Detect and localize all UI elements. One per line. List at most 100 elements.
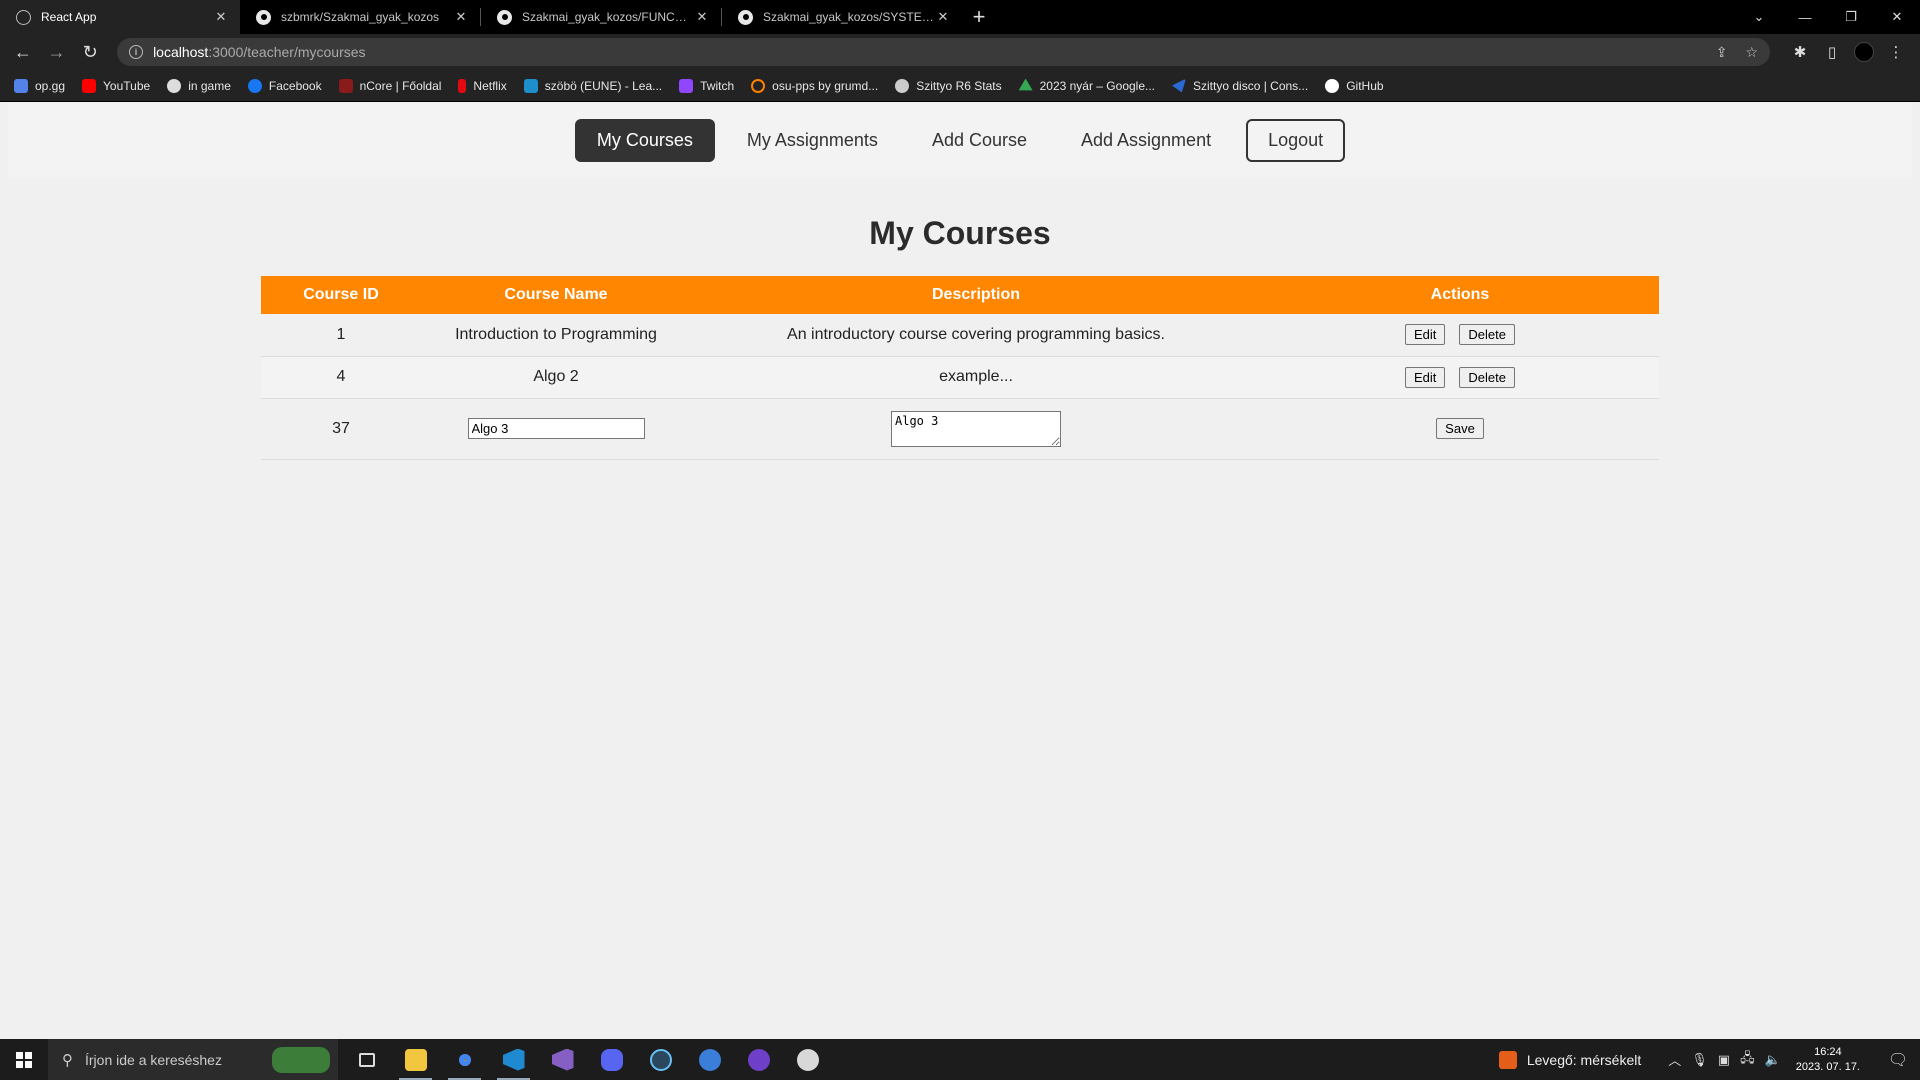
notification-center-icon[interactable]: 🗨 (1876, 1050, 1920, 1070)
tab-search-icon[interactable]: ⌄ (1736, 0, 1782, 34)
bookmark-in-game[interactable]: in game (167, 78, 231, 93)
back-icon[interactable]: ← (8, 37, 38, 67)
bookmark-twitch[interactable]: Twitch (679, 78, 734, 93)
forward-icon[interactable]: → (42, 37, 72, 67)
taskbar-discord[interactable] (587, 1039, 636, 1080)
save-button[interactable]: Save (1436, 418, 1484, 439)
page-content: My Courses My Assignments Add Course Add… (0, 103, 1920, 1039)
side-panel-icon[interactable]: ▯ (1816, 43, 1848, 61)
bookmark-label: Facebook (268, 78, 322, 93)
new-tab-button[interactable]: + (962, 0, 996, 34)
browser-toolbar: ← → ↻ i localhost:3000/teacher/mycourses… (0, 34, 1920, 70)
bookmark-youtube[interactable]: YouTube (82, 78, 150, 93)
microphone-icon[interactable]: 🎙 (1691, 1052, 1708, 1068)
toolbar-actions: ✱ ▯ ⋮ (1784, 42, 1912, 62)
restore-button[interactable]: ❐ (1828, 0, 1874, 34)
close-tab-icon[interactable]: ✕ (212, 9, 230, 25)
start-button[interactable] (0, 1039, 48, 1080)
taskbar-github-desktop[interactable] (734, 1039, 783, 1080)
nav-my-courses[interactable]: My Courses (574, 119, 715, 162)
address-bar[interactable]: i localhost:3000/teacher/mycourses ⇪ ☆ (117, 38, 1770, 66)
bookmark-label: in game (188, 78, 231, 93)
bookmark-leagueofgraphs[interactable]: szöbö (EUNE) - Lea... (523, 78, 662, 93)
weather-text: Levegő: mérsékelt (1526, 1051, 1642, 1068)
taskbar-qbittorrent[interactable] (685, 1039, 734, 1080)
windows-taskbar: ⚲ Írjon ide a kereséshez Levegő: mérséke… (0, 1039, 1920, 1080)
bookmark-opgg[interactable]: op.gg (14, 78, 65, 93)
netflix-icon (458, 78, 467, 93)
display-icon[interactable]: ▣ (1718, 1052, 1730, 1068)
google-drive-icon (1018, 78, 1033, 91)
taskbar-search[interactable]: ⚲ Írjon ide a kereséshez (48, 1039, 338, 1080)
browser-tab-funcspec[interactable]: Szakmai_gyak_kozos/FUNCSPEC ✕ (481, 0, 721, 34)
edit-button[interactable]: Edit (1405, 324, 1446, 346)
column-header-course-name: Course Name (421, 276, 691, 314)
discord-icon (600, 1048, 623, 1071)
close-tab-icon[interactable]: ✕ (934, 9, 952, 25)
url-text[interactable]: localhost:3000/teacher/mycourses (153, 44, 1698, 60)
github-icon (497, 9, 512, 25)
ncore-icon (338, 78, 353, 93)
in-game-icon (167, 78, 182, 93)
site-info-icon[interactable]: i (129, 45, 144, 59)
profile-avatar[interactable] (1854, 42, 1874, 62)
taskbar-clock[interactable]: 16:24 2023. 07. 17. (1796, 1045, 1860, 1075)
edit-button[interactable]: Edit (1405, 366, 1446, 388)
actions-cell: Edit Delete (1261, 356, 1659, 399)
weather-widget[interactable]: Levegő: mérsékelt (1498, 1050, 1642, 1069)
paint-icon (796, 1048, 819, 1071)
browser-tab-github-repo[interactable]: szbmrk/Szakmai_gyak_kozos ✕ (240, 0, 480, 34)
actions-cell: Save (1261, 398, 1659, 460)
close-tab-icon[interactable]: ✕ (693, 9, 711, 25)
browser-tab-bar: React App ✕ szbmrk/Szakmai_gyak_kozos ✕ … (0, 0, 1920, 34)
league-icon (523, 78, 538, 93)
bookmark-label: Szittyo disco | Cons... (1193, 78, 1309, 93)
task-view-button[interactable] (342, 1039, 391, 1080)
close-tab-icon[interactable]: ✕ (452, 9, 470, 25)
bookmark-netflix[interactable]: Netflix (458, 78, 507, 93)
window-controls: ⌄ — ❐ ✕ (1736, 0, 1920, 34)
logout-button[interactable]: Logout (1246, 119, 1346, 162)
taskbar-steam[interactable] (636, 1039, 685, 1080)
bookmark-osu-pps[interactable]: osu-pps by grumd... (751, 78, 878, 93)
taskbar-file-explorer[interactable] (391, 1039, 440, 1080)
actions-cell: Edit Delete (1261, 314, 1659, 357)
share-icon[interactable]: ⇪ (1716, 44, 1728, 61)
nav-add-assignment[interactable]: Add Assignment (1059, 119, 1233, 162)
close-window-button[interactable]: ✕ (1874, 0, 1920, 34)
qbittorrent-icon (698, 1048, 721, 1071)
menu-icon[interactable]: ⋮ (1880, 43, 1912, 61)
bookmark-ncore[interactable]: nCore | Főoldal (338, 78, 441, 93)
volume-icon[interactable]: 🔈 (1765, 1052, 1781, 1068)
course-id-cell: 1 (261, 314, 421, 357)
bookmark-github[interactable]: GitHub (1325, 78, 1384, 93)
delete-button[interactable]: Delete (1459, 366, 1515, 388)
browser-tab-systemplan[interactable]: Szakmai_gyak_kozos/SYSTEMPLA ✕ (722, 0, 962, 34)
taskbar-paint[interactable] (783, 1039, 832, 1080)
disco-icon (1172, 78, 1187, 93)
extensions-icon[interactable]: ✱ (1784, 43, 1816, 61)
r6-stats-icon (895, 78, 910, 93)
bookmark-szittyo-disco[interactable]: Szittyo disco | Cons... (1172, 78, 1309, 93)
url-path: :3000/teacher/mycourses (208, 44, 366, 60)
bookmark-r6-stats[interactable]: Szittyo R6 Stats (895, 78, 1002, 93)
taskbar-chrome[interactable] (440, 1039, 489, 1080)
course-name-input[interactable] (467, 418, 645, 439)
delete-button[interactable]: Delete (1459, 324, 1515, 346)
youtube-icon (82, 78, 97, 93)
tab-title: Szakmai_gyak_kozos/SYSTEMPLA (763, 10, 934, 24)
network-icon[interactable]: 🖧 (1740, 1049, 1755, 1071)
react-icon (16, 9, 31, 25)
reload-icon[interactable]: ↻ (75, 37, 105, 67)
bookmark-facebook[interactable]: Facebook (247, 78, 322, 93)
taskbar-visual-studio[interactable] (538, 1039, 587, 1080)
nav-my-assignments[interactable]: My Assignments (725, 119, 900, 162)
course-description-textarea[interactable]: Algo 3 (891, 410, 1061, 447)
tray-expand-icon[interactable]: ︿ (1668, 1050, 1681, 1069)
minimize-button[interactable]: — (1782, 0, 1828, 34)
bookmark-google-drive[interactable]: 2023 nyár – Google... (1018, 78, 1155, 93)
nav-add-course[interactable]: Add Course (910, 119, 1049, 162)
bookmark-star-icon[interactable]: ☆ (1745, 44, 1758, 61)
taskbar-vscode[interactable] (489, 1039, 538, 1080)
browser-tab-react-app[interactable]: React App ✕ (0, 0, 240, 34)
